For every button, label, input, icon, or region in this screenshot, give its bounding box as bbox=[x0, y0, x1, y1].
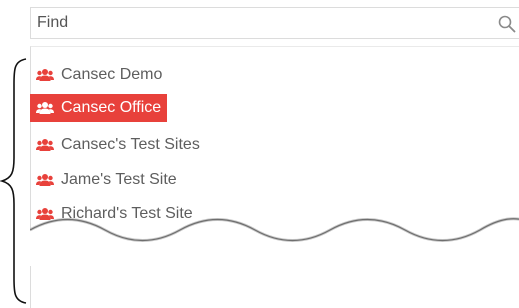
group-icon bbox=[36, 139, 54, 151]
list-item[interactable]: Cansec's Test Sites bbox=[30, 131, 206, 159]
curly-brace-annotation bbox=[0, 58, 27, 304]
site-picker: Cansec Demo Cansec Office Cansec's Test … bbox=[0, 0, 519, 308]
list-item-label: Cansec Office bbox=[61, 99, 162, 116]
list-item-label: Cansec Demo bbox=[61, 66, 163, 83]
list-item[interactable]: Cansec Demo bbox=[30, 61, 168, 89]
search-icon[interactable] bbox=[497, 14, 517, 34]
search-input[interactable] bbox=[31, 8, 497, 38]
torn-edge-overlay bbox=[30, 217, 519, 266]
list-item-selected[interactable]: Cansec Office bbox=[30, 94, 168, 122]
search-box[interactable] bbox=[30, 7, 519, 39]
list-item[interactable]: Jame's Test Site bbox=[30, 166, 183, 194]
group-icon bbox=[36, 69, 54, 81]
list-item-label: Jame's Test Site bbox=[61, 171, 177, 188]
list-item-label: Cansec's Test Sites bbox=[61, 136, 200, 153]
group-icon bbox=[36, 102, 54, 114]
group-icon bbox=[36, 174, 54, 186]
